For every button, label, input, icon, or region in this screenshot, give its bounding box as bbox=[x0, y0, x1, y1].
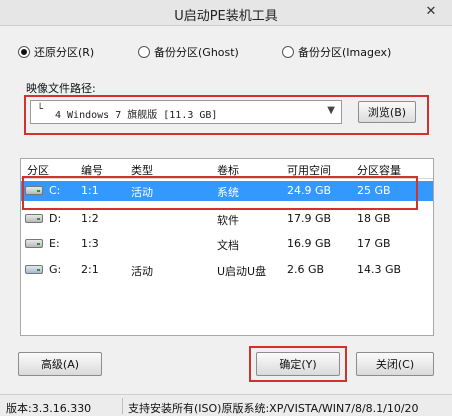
status-divider bbox=[122, 398, 123, 414]
cell-label: 软件 bbox=[217, 214, 239, 227]
radio-restore-indicator[interactable] bbox=[18, 46, 30, 58]
radio-backup-imagex[interactable]: 备份分区(Imagex) bbox=[282, 44, 391, 60]
cell-free: 2.6 GB bbox=[287, 263, 325, 276]
cell-free: 17.9 GB bbox=[287, 212, 332, 225]
advanced-button[interactable]: 高级(A) bbox=[18, 352, 102, 376]
highlight-box-confirm bbox=[249, 346, 347, 382]
hard-drive-icon bbox=[25, 239, 43, 248]
highlight-box-image-path bbox=[24, 95, 429, 135]
status-bar: 版本:3.3.16.330 支持安装所有(ISO)原版系统:XP/VISTA/W… bbox=[0, 394, 452, 416]
cell-drive: E: bbox=[49, 237, 60, 250]
close-icon[interactable]: ✕ bbox=[422, 4, 440, 20]
cell-number: 1:3 bbox=[81, 237, 99, 250]
radio-backup-imagex-label: 备份分区(Imagex) bbox=[298, 46, 392, 59]
radio-restore-label: 还原分区(R) bbox=[34, 46, 95, 59]
table-row[interactable]: E: 1:3 文档 16.9 GB 17 GB bbox=[21, 234, 433, 254]
cell-number: 1:2 bbox=[81, 212, 99, 225]
usb-drive-icon bbox=[25, 265, 43, 274]
cell-label: 文档 bbox=[217, 239, 239, 252]
mode-radio-group: 还原分区(R) 备份分区(Ghost) 备份分区(Imagex) bbox=[0, 44, 452, 64]
hard-drive-icon bbox=[25, 214, 43, 223]
close-button[interactable]: 关闭(C) bbox=[356, 352, 434, 376]
image-path-label: 映像文件路径: bbox=[26, 82, 96, 95]
version-text: 版本:3.3.16.330 bbox=[6, 402, 92, 415]
cell-drive: G: bbox=[49, 263, 62, 276]
radio-backup-ghost[interactable]: 备份分区(Ghost) bbox=[138, 44, 239, 60]
radio-restore[interactable]: 还原分区(R) bbox=[18, 44, 94, 60]
cell-capacity: 18 GB bbox=[357, 212, 391, 225]
cell-type: 活动 bbox=[131, 265, 153, 278]
window-title: U启动PE装机工具 bbox=[174, 9, 278, 24]
table-row[interactable]: G: 2:1 活动 U启动U盘 2.6 GB 14.3 GB bbox=[21, 260, 433, 280]
cell-capacity: 14.3 GB bbox=[357, 263, 402, 276]
table-row[interactable]: D: 1:2 软件 17.9 GB 18 GB bbox=[21, 209, 433, 229]
radio-backup-imagex-indicator[interactable] bbox=[282, 46, 294, 58]
title-bar: U启动PE装机工具 ✕ bbox=[0, 0, 452, 26]
radio-backup-ghost-indicator[interactable] bbox=[138, 46, 150, 58]
cell-label: U启动U盘 bbox=[217, 265, 267, 278]
cell-free: 16.9 GB bbox=[287, 237, 332, 250]
radio-backup-ghost-label: 备份分区(Ghost) bbox=[154, 46, 239, 59]
cell-capacity: 17 GB bbox=[357, 237, 391, 250]
highlight-box-selected-row bbox=[22, 176, 418, 210]
support-text: 支持安装所有(ISO)原版系统:XP/VISTA/WIN7/8/8.1/10/2… bbox=[128, 402, 419, 415]
cell-drive: D: bbox=[49, 212, 62, 225]
cell-number: 2:1 bbox=[81, 263, 99, 276]
